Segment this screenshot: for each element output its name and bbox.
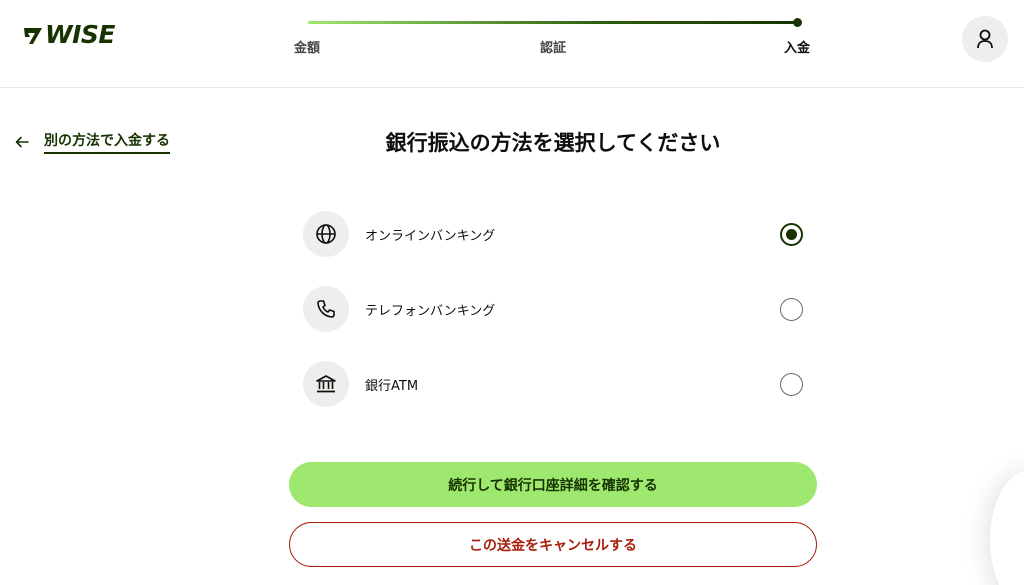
option-label: 銀行ATM (365, 378, 419, 394)
page-title: 銀行振込の方法を選択してください (385, 131, 721, 155)
top-header: WISE 金額 認証 入金 (0, 0, 1024, 88)
current-step-dot (793, 18, 802, 27)
progress-track (308, 21, 798, 24)
phone-icon (317, 300, 335, 318)
option-bank-atm[interactable]: 銀行ATM (303, 361, 803, 407)
cancel-transfer-button[interactable]: この送金をキャンセルする (289, 522, 817, 567)
back-to-payment-methods-link[interactable]: 別の方法で入金する (14, 130, 170, 154)
option-online-banking[interactable]: オンラインバンキング (303, 211, 803, 257)
logo-wordmark: WISE (45, 20, 115, 49)
step-payment: 入金 (784, 41, 811, 56)
option-label: テレフォンバンキング (365, 303, 496, 319)
radio-unselected[interactable] (780, 372, 803, 396)
option-telephone-banking[interactable]: テレフォンバンキング (303, 286, 803, 332)
profile-button[interactable] (962, 16, 1008, 62)
bank-icon (316, 375, 336, 393)
wise-logo[interactable]: WISE (22, 22, 115, 48)
globe-icon (316, 224, 336, 244)
arrow-left-icon (15, 136, 29, 148)
continue-button[interactable]: 続行して銀行口座詳細を確認する (289, 462, 817, 507)
option-icon-container (303, 361, 349, 407)
radio-selected[interactable] (780, 222, 803, 246)
wise-flag-icon (24, 28, 42, 44)
radio-dot (786, 228, 797, 240)
progress-fill (308, 21, 798, 24)
option-icon-container (303, 211, 349, 257)
option-icon-container (303, 286, 349, 332)
step-verification: 認証 (540, 41, 567, 56)
radio-unselected[interactable] (780, 297, 803, 321)
step-amount: 金額 (294, 41, 321, 56)
back-link-label: 別の方法で入金する (44, 130, 170, 154)
floating-widget-edge (990, 470, 1024, 585)
user-icon (977, 29, 993, 49)
option-label: オンラインバンキング (365, 228, 496, 244)
